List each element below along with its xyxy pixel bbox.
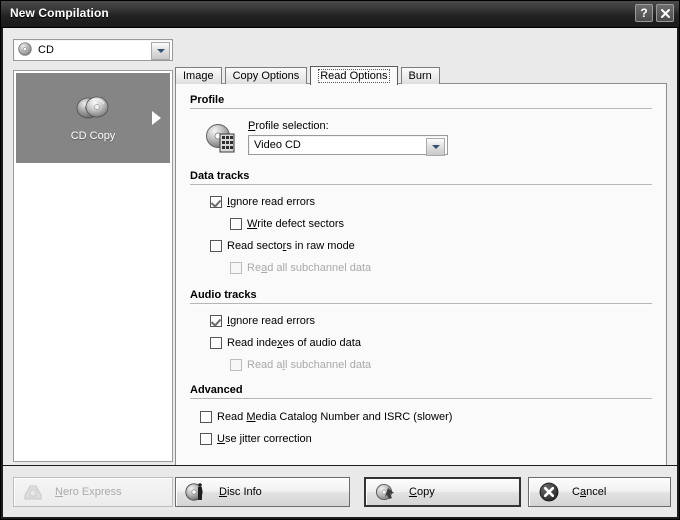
group-audio-tracks-title: Audio tracks bbox=[190, 289, 652, 303]
footer-button-bar: Nero Express D bbox=[1, 465, 679, 519]
checkbox-ignore-read-errors-audio[interactable] bbox=[210, 315, 222, 327]
new-compilation-dialog: New Compilation ? bbox=[0, 0, 680, 520]
profile-disc-icon bbox=[204, 122, 236, 154]
title-bar: New Compilation ? bbox=[1, 1, 679, 28]
checkbox-label: Ignore read errors bbox=[227, 315, 315, 327]
sidebar-item-cd-copy[interactable]: CD Copy bbox=[16, 73, 170, 163]
tab-burn-label: Burn bbox=[409, 70, 432, 82]
divider bbox=[190, 184, 652, 185]
checkbox-label: Write defect sectors bbox=[247, 218, 344, 230]
tab-image-label: Image bbox=[183, 70, 214, 82]
divider bbox=[190, 303, 652, 304]
checkbox-row[interactable]: Read Media Catalog Number and ISRC (slow… bbox=[200, 408, 652, 426]
tab-copy-options-label: Copy Options bbox=[233, 70, 300, 82]
copy-icon bbox=[375, 481, 397, 503]
checkbox-label: Read all subchannel data bbox=[247, 262, 371, 274]
checkbox-read-media-catalog-number-isrc[interactable] bbox=[200, 411, 212, 423]
close-icon bbox=[660, 8, 671, 19]
checkbox-write-defect-sectors[interactable] bbox=[230, 218, 242, 230]
checkbox-read-all-subchannel-data-audio bbox=[230, 359, 242, 371]
tab-copy-options[interactable]: Copy Options bbox=[225, 67, 308, 84]
cd-copy-icon bbox=[73, 94, 113, 125]
checkbox-row[interactable]: Ignore read errors bbox=[210, 193, 652, 211]
task-list: CD Copy bbox=[13, 70, 173, 462]
disc-info-icon bbox=[185, 481, 207, 503]
checkbox-use-jitter-correction[interactable] bbox=[200, 433, 212, 445]
group-profile-title: Profile bbox=[190, 94, 652, 108]
sidebar-item-label: CD Copy bbox=[71, 130, 116, 142]
divider bbox=[190, 108, 652, 109]
tab-read-options[interactable]: Read Options bbox=[310, 66, 397, 85]
checkbox-row[interactable]: Read sectors in raw mode bbox=[210, 237, 652, 255]
checkbox-row: Read all subchannel data bbox=[230, 259, 652, 277]
chevron-down-icon[interactable] bbox=[426, 138, 445, 156]
chevron-down-icon[interactable] bbox=[151, 42, 170, 60]
checkbox-read-sectors-raw-mode[interactable] bbox=[210, 240, 222, 252]
profile-selection-control: Profile selection: Video CD bbox=[248, 120, 448, 155]
group-advanced: Advanced Read Media Catalog Number and I… bbox=[190, 384, 652, 448]
checkbox-ignore-read-errors-data[interactable] bbox=[210, 196, 222, 208]
sidebar: CD bbox=[13, 39, 173, 462]
disc-info-button-label: Disc Info bbox=[219, 486, 262, 498]
checkbox-label: Read indexes of audio data bbox=[227, 337, 361, 349]
tab-bar: Image Copy Options Read Options Burn bbox=[175, 66, 443, 84]
profile-selection-value: Video CD bbox=[254, 139, 301, 151]
copy-button-label: Copy bbox=[409, 486, 435, 498]
checkbox-label: Read sectors in raw mode bbox=[227, 240, 355, 252]
group-advanced-title: Advanced bbox=[190, 384, 652, 398]
checkbox-label: Read Media Catalog Number and ISRC (slow… bbox=[217, 411, 452, 423]
dialog-body: CD bbox=[1, 28, 679, 465]
cancel-button-label: Cancel bbox=[572, 486, 606, 498]
profile-selection-row: Profile selection: Video CD bbox=[190, 120, 652, 155]
checkbox-label: Read all subchannel data bbox=[247, 359, 371, 371]
window-title: New Compilation bbox=[10, 6, 109, 20]
drive-selector-value: CD bbox=[38, 44, 54, 56]
nero-express-button-label: Nero Express bbox=[55, 486, 122, 498]
title-bar-buttons: ? bbox=[635, 4, 674, 22]
cancel-button[interactable]: Cancel bbox=[528, 477, 671, 507]
question-mark-icon: ? bbox=[640, 7, 647, 19]
disc-icon bbox=[18, 42, 32, 59]
checkbox-row[interactable]: Use jitter correction bbox=[200, 430, 652, 448]
profile-selection-label-rest: rofile selection: bbox=[255, 120, 328, 132]
divider bbox=[190, 398, 652, 399]
help-button[interactable]: ? bbox=[635, 4, 653, 22]
group-profile: Profile bbox=[190, 94, 652, 155]
disc-info-button[interactable]: Disc Info bbox=[175, 477, 350, 507]
drive-selector[interactable]: CD bbox=[13, 39, 173, 61]
close-button[interactable] bbox=[656, 4, 674, 22]
read-options-panel: Profile bbox=[175, 83, 667, 487]
checkbox-row[interactable]: Ignore read errors bbox=[210, 312, 652, 330]
checkbox-read-indexes-audio-data[interactable] bbox=[210, 337, 222, 349]
checkbox-row[interactable]: Read indexes of audio data bbox=[210, 334, 652, 352]
checkbox-read-all-subchannel-data-data bbox=[230, 262, 242, 274]
tab-read-options-label: Read Options bbox=[318, 69, 389, 83]
group-data-tracks-title: Data tracks bbox=[190, 170, 652, 184]
nero-express-button: Nero Express bbox=[13, 477, 173, 507]
nero-express-icon bbox=[23, 482, 43, 502]
arrow-right-icon bbox=[152, 111, 161, 125]
tab-burn[interactable]: Burn bbox=[401, 67, 440, 84]
group-data-tracks: Data tracks Ignore read errors Write def… bbox=[190, 170, 652, 277]
group-audio-tracks: Audio tracks Ignore read errors Read ind… bbox=[190, 289, 652, 374]
cancel-icon bbox=[538, 481, 560, 503]
profile-selection-label: Profile selection: bbox=[248, 120, 448, 132]
tab-image[interactable]: Image bbox=[175, 67, 222, 84]
checkbox-label: Use jitter correction bbox=[217, 433, 312, 445]
profile-selection-dropdown[interactable]: Video CD bbox=[248, 135, 448, 155]
checkbox-row: Read all subchannel data bbox=[230, 356, 652, 374]
checkbox-row[interactable]: Write defect sectors bbox=[230, 215, 652, 233]
copy-button[interactable]: Copy bbox=[364, 477, 521, 507]
checkbox-label: Ignore read errors bbox=[227, 196, 315, 208]
